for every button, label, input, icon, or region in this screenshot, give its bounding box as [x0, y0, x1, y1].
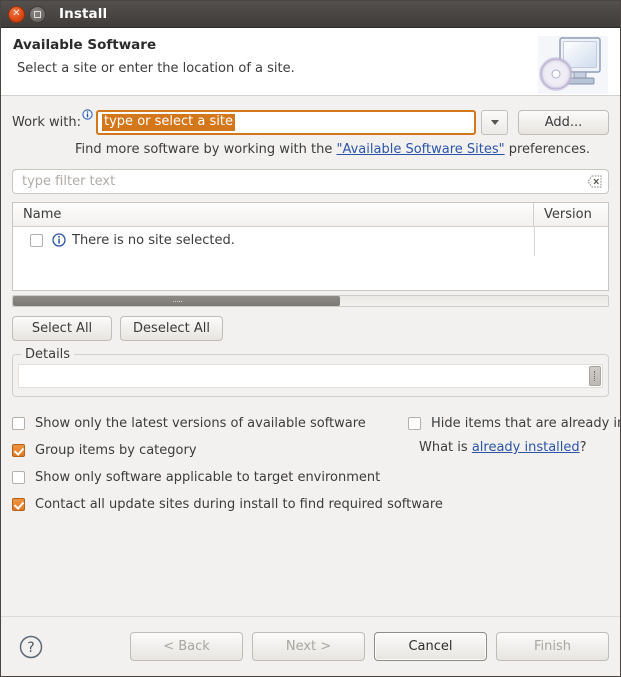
install-dialog-window: ✕ Install Available Software Select a si… — [0, 0, 621, 677]
option-contact-all-update-sites[interactable]: Contact all update sites during install … — [12, 491, 609, 518]
hide-installed-items-checkbox[interactable] — [408, 417, 421, 430]
row-checkbox[interactable] — [30, 233, 43, 247]
details-scrollbar-thumb[interactable] — [589, 366, 601, 386]
chevron-down-glyph — [490, 120, 499, 125]
work-with-row: Work with: type or select a site Add... — [12, 109, 609, 135]
finish-button[interactable]: Finish — [496, 632, 609, 661]
work-with-label: Work with: — [12, 115, 82, 130]
info-icon — [52, 233, 66, 247]
selection-buttons: Select All Deselect All — [12, 316, 609, 341]
whatis-suffix: ? — [579, 440, 587, 455]
info-decoration-icon — [82, 109, 93, 120]
maximize-icon[interactable] — [29, 5, 46, 23]
software-table: Name Version There is no site selected. — [12, 202, 609, 291]
title-bar: ✕ Install — [1, 1, 620, 28]
available-software-sites-link[interactable]: "Available Software Sites" — [337, 142, 505, 157]
filter-input[interactable]: type filter text — [12, 169, 609, 194]
hint-suffix: preferences. — [504, 142, 590, 157]
available-sites-hint: Find more software by working with the "… — [12, 142, 609, 157]
window-title: Install — [59, 6, 108, 22]
back-button[interactable]: < Back — [130, 632, 243, 661]
show-latest-versions-checkbox[interactable] — [12, 417, 25, 430]
option-label: Contact all update sites during install … — [35, 497, 443, 512]
option-label: Show only the latest versions of availab… — [35, 416, 366, 431]
filter-placeholder: type filter text — [22, 174, 116, 189]
install-monitor-disc-icon — [536, 34, 610, 96]
what-is-already-installed: What is already installed? — [419, 440, 620, 455]
add-site-button[interactable]: Add... — [518, 110, 609, 135]
table-header: Name Version — [13, 203, 608, 227]
dialog-content: Work with: type or select a site Add... — [1, 109, 620, 518]
select-all-button[interactable]: Select All — [12, 316, 112, 341]
option-label: Hide items that are already installed — [431, 416, 620, 431]
already-installed-link[interactable]: already installed — [472, 440, 580, 455]
options-section: Show only the latest versions of availab… — [12, 410, 620, 518]
page-title: Available Software — [13, 37, 157, 53]
maximize-glyph — [34, 10, 41, 18]
column-header-name[interactable]: Name — [13, 203, 534, 226]
close-icon[interactable]: ✕ — [8, 5, 25, 23]
table-row[interactable]: There is no site selected. — [13, 227, 608, 253]
option-label: Group items by category — [35, 443, 197, 458]
details-group-title: Details — [21, 347, 75, 362]
close-glyph: ✕ — [12, 8, 21, 19]
column-header-version[interactable]: Version — [534, 203, 608, 226]
deselect-all-button[interactable]: Deselect All — [120, 316, 223, 341]
scrollbar-thumb[interactable] — [13, 296, 341, 306]
table-row-label: There is no site selected. — [72, 232, 235, 248]
cancel-button[interactable]: Cancel — [374, 632, 487, 661]
group-by-category-checkbox[interactable] — [12, 444, 25, 457]
option-applicable-target-environment[interactable]: Show only software applicable to target … — [12, 464, 609, 491]
wizard-navigation-buttons: < Back Next > Cancel Finish — [121, 632, 609, 661]
help-icon[interactable]: ? — [18, 634, 44, 660]
option-hide-installed-items[interactable]: Hide items that are already installed — [408, 410, 620, 437]
options-right-column: Hide items that are already installed Wh… — [408, 410, 620, 455]
chevron-down-icon[interactable] — [481, 110, 509, 135]
page-subtitle: Select a site or enter the location of a… — [17, 61, 295, 76]
table-horizontal-scrollbar[interactable] — [12, 295, 609, 307]
table-cell-name: There is no site selected. — [30, 233, 534, 248]
whatis-prefix: What is — [419, 440, 472, 455]
dialog-button-bar: ? < Back Next > Cancel Finish — [1, 616, 620, 676]
option-label: Show only software applicable to target … — [35, 470, 381, 485]
applicable-target-environment-checkbox[interactable] — [12, 471, 25, 484]
contact-all-update-sites-checkbox[interactable] — [12, 498, 25, 511]
details-text-area[interactable] — [18, 364, 603, 388]
clear-text-icon[interactable] — [587, 175, 602, 188]
wizard-banner: Available Software Select a site or ente… — [1, 28, 620, 96]
next-button[interactable]: Next > — [252, 632, 365, 661]
hint-prefix: Find more software by working with the — [75, 142, 337, 157]
work-with-value: type or select a site — [101, 113, 235, 132]
column-divider — [534, 226, 535, 256]
work-with-combo: type or select a site — [96, 110, 509, 135]
work-with-input[interactable]: type or select a site — [96, 110, 477, 135]
details-group: Details — [12, 347, 609, 397]
svg-text:?: ? — [27, 640, 34, 656]
